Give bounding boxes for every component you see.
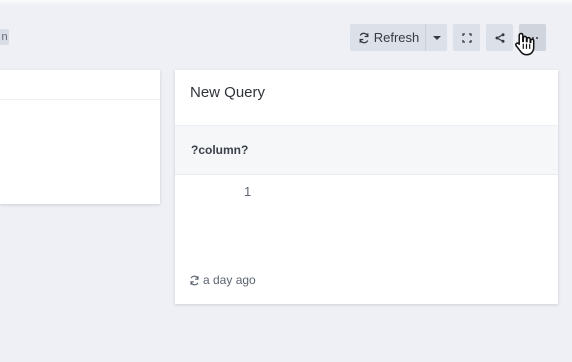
fullscreen-button[interactable] (453, 24, 480, 51)
more-horizontal-icon (527, 35, 539, 41)
last-updated-text: a day ago (203, 273, 256, 287)
refresh-label: Refresh (373, 30, 420, 45)
partial-dashboard-widget (0, 70, 160, 204)
chevron-down-icon (432, 34, 442, 42)
result-table-header: ?column? (175, 126, 558, 175)
column-header: ?column? (191, 143, 249, 157)
result-cell-value: 1 (244, 184, 252, 199)
truncated-left-chip: n (0, 29, 9, 45)
top-bar-shadow (0, 0, 572, 6)
share-button[interactable] (486, 24, 513, 51)
refresh-icon (189, 275, 200, 286)
widget-title: New Query (190, 84, 266, 101)
refresh-split-button: Refresh (350, 24, 447, 51)
fullscreen-icon (461, 32, 473, 44)
refresh-button[interactable]: Refresh (350, 24, 425, 51)
refresh-icon (358, 32, 370, 44)
query-widget: New Query ?column? 1 a day ago (175, 70, 558, 304)
refresh-options-button[interactable] (425, 24, 447, 51)
dashboard-toolbar: Refresh (350, 24, 546, 51)
widget-header-divider (0, 99, 160, 100)
last-updated: a day ago (189, 273, 256, 287)
share-icon (494, 32, 506, 44)
more-options-button[interactable] (519, 24, 546, 51)
